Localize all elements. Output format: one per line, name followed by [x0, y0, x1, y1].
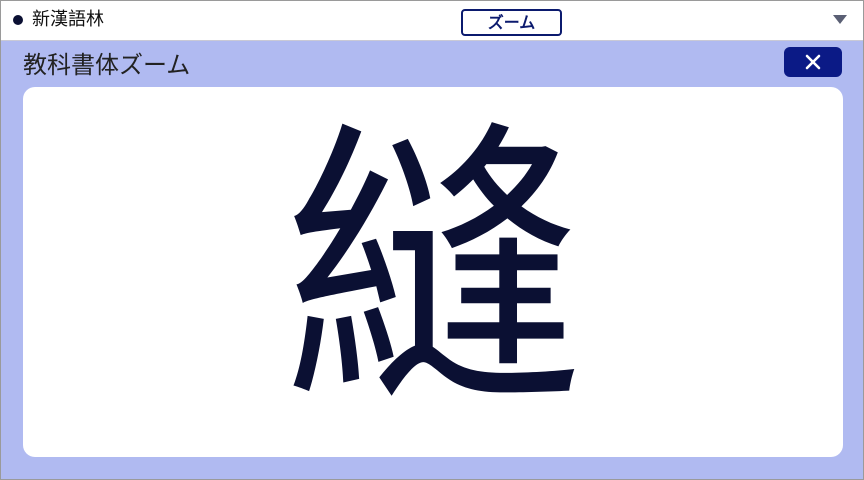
close-button[interactable]: [784, 47, 842, 77]
chevron-down-icon[interactable]: [833, 15, 847, 24]
zoom-mode-button[interactable]: ズーム: [461, 9, 562, 36]
dictionary-name: 新漢語林: [32, 9, 104, 30]
zoomed-kanji: 縫: [283, 97, 583, 446]
panel-title: 教科書体ズーム: [23, 51, 191, 79]
app-window: 新漢語林 ズーム 教科書体ズーム 縫: [0, 0, 864, 480]
zoom-panel: 教科書体ズーム 縫: [1, 41, 863, 479]
top-bar: 新漢語林 ズーム: [1, 1, 863, 41]
bullet-icon: [13, 15, 23, 25]
zoom-card: 縫: [23, 87, 843, 457]
close-icon: [804, 53, 822, 71]
